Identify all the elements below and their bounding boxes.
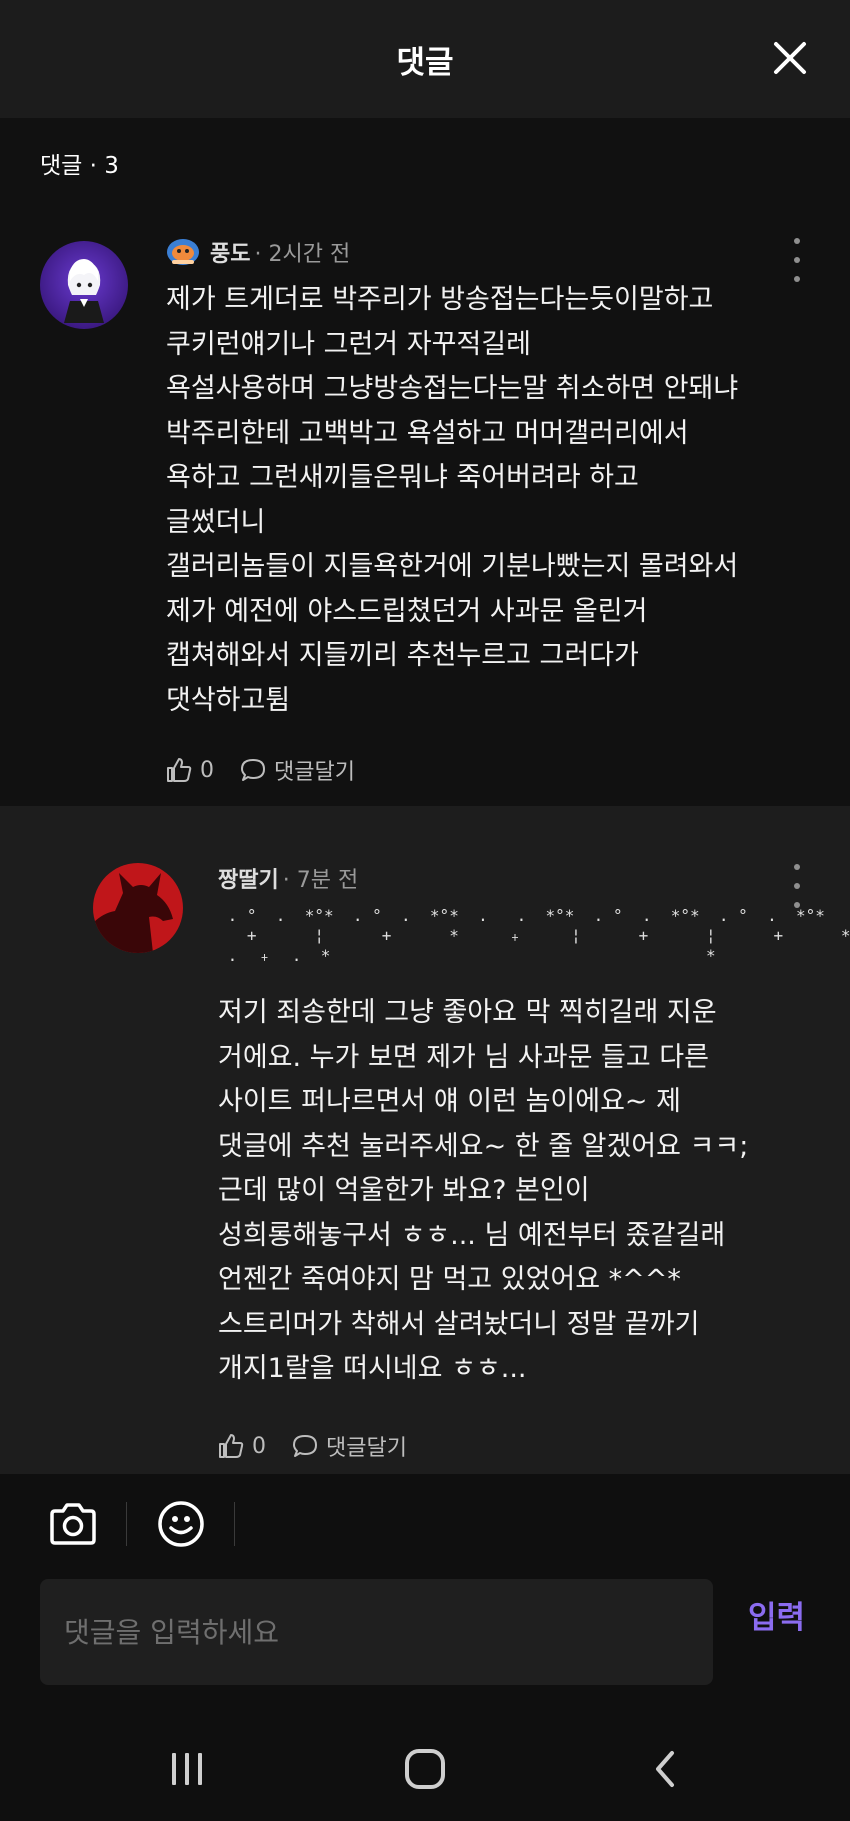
submit-button[interactable]: 입력 xyxy=(748,1592,805,1637)
home-icon xyxy=(405,1749,445,1789)
comment-time: · 7분 전 xyxy=(282,868,359,893)
more-icon xyxy=(794,238,800,244)
like-button[interactable]: 0 xyxy=(218,1433,266,1459)
like-button[interactable]: 0 xyxy=(166,757,214,783)
emoji-icon xyxy=(158,1501,204,1547)
nav-back-button[interactable] xyxy=(645,1746,685,1792)
avatar[interactable] xyxy=(40,241,128,329)
comment-body: 저기 죄송한데 그냥 좋아요 막 찍히길래 지운 거에요. 누가 보면 제가 님… xyxy=(218,997,749,1384)
comment-decoration: . ° . *°* . ° . *°* . . *°* . ° . *°* . … xyxy=(227,906,850,965)
more-options-button[interactable] xyxy=(787,864,807,908)
back-icon xyxy=(656,1751,674,1787)
nav-recents-button[interactable] xyxy=(165,1746,209,1792)
like-count: 0 xyxy=(200,757,214,783)
close-button[interactable] xyxy=(770,38,810,78)
camera-button[interactable] xyxy=(45,1496,101,1552)
avatar-character-icon xyxy=(64,259,104,323)
comment-body: 제가 트게더로 박주리가 방송접는다는듯이말하고 쿠키런얘기나 그런거 자꾸적길… xyxy=(166,284,739,716)
comment-item: 풍도 · 2시간 전 제가 트게더로 박주리가 방송접는다는듯이말하고 쿠키런얘… xyxy=(0,206,850,806)
thumbs-up-icon xyxy=(219,1434,244,1458)
more-icon xyxy=(794,864,800,870)
speech-bubble-icon xyxy=(241,759,265,781)
comment-composer: 입력 xyxy=(0,1474,850,1821)
reply-label: 댓글달기 xyxy=(274,760,355,785)
comment-time: · 2시간 전 xyxy=(254,242,351,267)
like-count: 0 xyxy=(252,1433,266,1459)
close-icon xyxy=(774,42,806,74)
reply-button[interactable]: 댓글달기 xyxy=(292,1430,407,1462)
reply-comment-item: 짱딸기 · 7분 전 . ° . *°* . ° . *°* . . *°* .… xyxy=(0,806,850,1474)
header-bar: 댓글 xyxy=(0,0,850,118)
comment-author[interactable]: 풍도 xyxy=(210,236,250,268)
nav-home-button[interactable] xyxy=(402,1746,448,1792)
thumbs-up-icon xyxy=(167,758,192,782)
emoji-button[interactable] xyxy=(153,1496,209,1552)
comment-count: 댓글 · 3 xyxy=(40,153,119,179)
toolbar-divider xyxy=(126,1502,127,1546)
badge-icon xyxy=(167,239,199,265)
reply-button[interactable]: 댓글달기 xyxy=(240,754,355,786)
toolbar-divider xyxy=(234,1502,235,1546)
recents-icon xyxy=(172,1753,202,1785)
more-options-button[interactable] xyxy=(787,238,807,282)
comment-input[interactable] xyxy=(40,1579,713,1685)
avatar[interactable] xyxy=(93,863,183,953)
reply-label: 댓글달기 xyxy=(326,1436,407,1461)
avatar-silhouette-icon xyxy=(93,873,173,953)
speech-bubble-icon xyxy=(293,1435,317,1457)
camera-icon xyxy=(50,1503,96,1545)
page-title: 댓글 xyxy=(396,44,454,81)
comment-author[interactable]: 짱딸기 xyxy=(218,862,279,894)
